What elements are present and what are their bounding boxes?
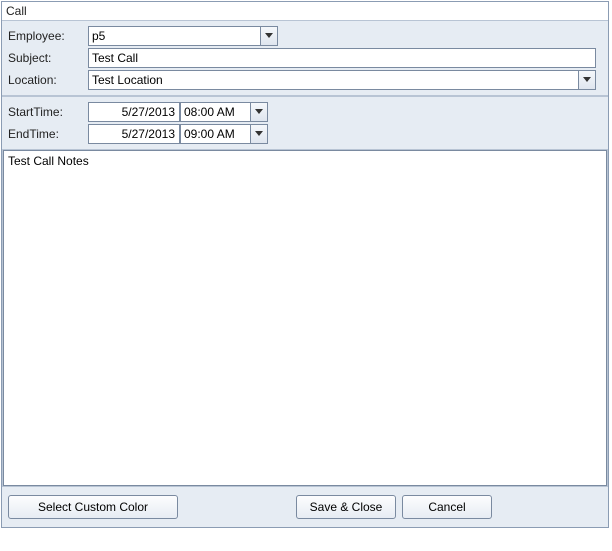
chevron-down-icon [255, 131, 263, 137]
chevron-down-icon [255, 109, 263, 115]
time-section: StartTime: EndTime: [2, 96, 608, 150]
employee-input[interactable] [88, 26, 260, 46]
employee-combo [88, 26, 278, 46]
location-row: Location: [6, 70, 604, 90]
start-time-row: StartTime: [6, 102, 604, 122]
end-time-combo [180, 124, 268, 144]
cancel-button[interactable]: Cancel [402, 495, 492, 519]
subject-input[interactable] [88, 48, 596, 68]
employee-row: Employee: [6, 26, 604, 46]
employee-dropdown-button[interactable] [260, 26, 278, 46]
end-time-row: EndTime: [6, 124, 604, 144]
notes-section [2, 150, 608, 486]
subject-label: Subject: [6, 51, 88, 65]
location-dropdown-button[interactable] [578, 70, 596, 90]
chevron-down-icon [583, 77, 591, 83]
location-label: Location: [6, 73, 88, 87]
end-time-label: EndTime: [6, 127, 88, 141]
footer-bar: Select Custom Color Save & Close Cancel [2, 486, 608, 527]
start-time-input[interactable] [180, 102, 250, 122]
end-time-dropdown-button[interactable] [250, 124, 268, 144]
header-section: Employee: Subject: Location: [2, 20, 608, 96]
start-time-dropdown-button[interactable] [250, 102, 268, 122]
subject-row: Subject: [6, 48, 604, 68]
save-close-button[interactable]: Save & Close [296, 495, 396, 519]
start-time-combo [180, 102, 268, 122]
end-date-input[interactable] [88, 124, 180, 144]
employee-label: Employee: [6, 29, 88, 43]
location-input[interactable] [88, 70, 578, 90]
select-custom-color-button[interactable]: Select Custom Color [8, 495, 178, 519]
notes-textarea[interactable] [3, 150, 607, 486]
start-date-input[interactable] [88, 102, 180, 122]
start-time-label: StartTime: [6, 105, 88, 119]
call-dialog: Call Employee: Subject: Location: [1, 1, 609, 528]
window-title: Call [2, 2, 608, 20]
location-combo [88, 70, 596, 90]
chevron-down-icon [265, 33, 273, 39]
end-time-input[interactable] [180, 124, 250, 144]
